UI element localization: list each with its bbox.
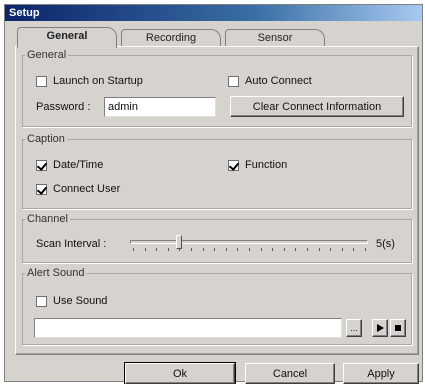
tab-general[interactable]: General xyxy=(17,27,117,48)
tab-panel-general: General Launch on Startup Auto Connect P… xyxy=(15,46,419,355)
tab-sensor[interactable]: Sensor xyxy=(225,29,325,47)
setup-window: Setup General Recording Sensor General L… xyxy=(4,4,423,384)
stop-icon xyxy=(395,325,401,331)
connect-user-label: Connect User xyxy=(53,183,121,195)
slider-tick xyxy=(133,248,134,251)
slider-tick xyxy=(365,248,366,251)
date-time-checkbox[interactable]: Date/Time xyxy=(36,159,103,171)
auto-connect-checkbox[interactable]: Auto Connect xyxy=(228,75,312,87)
slider-tick xyxy=(249,248,250,251)
slider-tick xyxy=(225,248,227,251)
caption-group: Caption xyxy=(22,133,412,209)
connect-user-box[interactable] xyxy=(36,183,47,195)
scan-interval-track[interactable] xyxy=(130,240,368,244)
tab-recording[interactable]: Recording xyxy=(121,29,221,47)
scan-interval-value: 5(s) xyxy=(376,238,395,250)
browse-label: ... xyxy=(350,323,358,333)
slider-tick xyxy=(307,248,308,251)
slider-tick xyxy=(318,248,320,251)
alert-sound-group-legend: Alert Sound xyxy=(27,267,85,279)
launch-on-startup-checkbox[interactable]: Launch on Startup xyxy=(36,75,143,87)
slider-tick xyxy=(167,248,169,251)
function-checkbox[interactable]: Function xyxy=(228,159,287,171)
use-sound-label: Use Sound xyxy=(53,295,108,307)
slider-tick xyxy=(237,248,239,251)
slider-tick xyxy=(144,248,146,251)
slider-tick xyxy=(156,248,158,251)
launch-on-startup-label: Launch on Startup xyxy=(53,75,143,87)
sound-file-field[interactable] xyxy=(34,318,342,338)
clear-connect-info-button[interactable]: Clear Connect Information xyxy=(230,96,404,117)
scan-interval-thumb[interactable] xyxy=(176,235,183,249)
auto-connect-box[interactable] xyxy=(228,75,239,87)
slider-tick xyxy=(202,248,204,251)
slider-tick xyxy=(295,248,297,251)
apply-button[interactable]: Apply xyxy=(343,363,419,384)
use-sound-box[interactable] xyxy=(36,295,47,307)
use-sound-checkbox[interactable]: Use Sound xyxy=(36,295,107,307)
slider-tick xyxy=(341,248,343,251)
function-label: Function xyxy=(245,159,288,171)
connect-user-checkbox[interactable]: Connect User xyxy=(36,183,120,195)
ok-button[interactable]: Ok xyxy=(124,362,236,384)
password-field[interactable]: admin xyxy=(104,97,216,117)
password-label: Password : xyxy=(36,101,91,113)
caption-group-legend: Caption xyxy=(27,133,65,145)
slider-tick xyxy=(260,248,262,251)
title-bar: Setup xyxy=(5,5,422,21)
slider-tick xyxy=(353,248,355,251)
scan-interval-label: Scan Interval : xyxy=(36,238,107,250)
cancel-button[interactable]: Cancel xyxy=(245,363,335,384)
slider-tick xyxy=(272,248,274,251)
slider-tick xyxy=(179,248,181,251)
function-box[interactable] xyxy=(228,159,239,171)
scan-interval-ticks xyxy=(133,248,366,252)
slider-tick xyxy=(283,248,285,251)
window-title: Setup xyxy=(9,7,40,19)
browse-button[interactable]: ... xyxy=(346,319,362,337)
launch-on-startup-box[interactable] xyxy=(36,75,47,87)
auto-connect-label: Auto Connect xyxy=(245,75,312,87)
play-button[interactable] xyxy=(372,319,388,337)
slider-tick xyxy=(214,248,216,251)
channel-group-legend: Channel xyxy=(27,213,68,225)
date-time-label: Date/Time xyxy=(53,159,104,171)
general-group-legend: General xyxy=(27,49,67,61)
play-icon xyxy=(377,324,384,332)
date-time-box[interactable] xyxy=(36,159,47,171)
stop-button[interactable] xyxy=(390,319,406,337)
slider-tick xyxy=(330,248,332,251)
slider-tick xyxy=(191,248,192,251)
